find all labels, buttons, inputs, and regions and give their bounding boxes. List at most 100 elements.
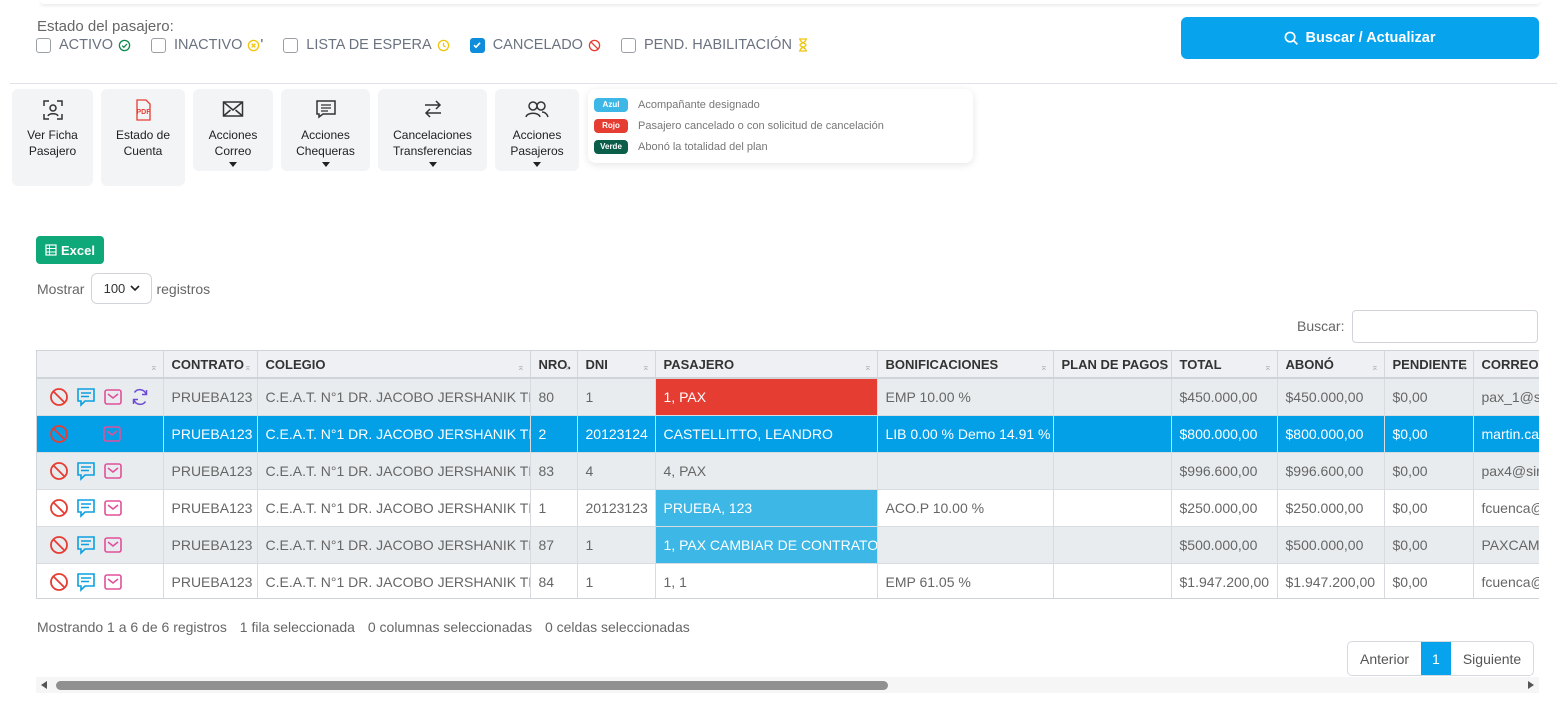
cell-abono[interactable]: $500.000,00: [1277, 526, 1385, 564]
cell-plan-de-pagos[interactable]: [1053, 415, 1172, 453]
cell-contrato[interactable]: PRUEBA123: [163, 378, 258, 416]
column-header-actions[interactable]: ⌅: [37, 351, 164, 379]
sort-icon[interactable]: ⌅: [1158, 362, 1166, 373]
cell-colegio[interactable]: C.E.A.T. N°1 DR. JACOBO JERSHANIK TM: [257, 452, 531, 490]
cell-dni[interactable]: 1: [577, 378, 656, 416]
cell-total[interactable]: $500.000,00: [1171, 526, 1278, 564]
cell-dni[interactable]: 1: [577, 526, 656, 564]
cell-plan-de-pagos[interactable]: [1053, 489, 1172, 527]
mail-icon[interactable]: [103, 388, 123, 406]
sort-icon[interactable]: ⌅: [864, 362, 872, 373]
mail-icon[interactable]: [103, 536, 123, 554]
mail-icon[interactable]: [103, 499, 123, 517]
cell-contrato[interactable]: PRUEBA123: [163, 526, 258, 564]
table-row[interactable]: PRUEBA123 C.E.A.T. N°1 DR. JACOBO JERSHAN…: [37, 563, 1539, 598]
column-header-plan-de-pagos[interactable]: PLAN DE PAGOS ⌅: [1053, 351, 1172, 379]
message-icon[interactable]: [76, 572, 96, 592]
cell-pasajero[interactable]: 4, PAX: [655, 452, 878, 490]
cell-total[interactable]: $996.600,00: [1171, 452, 1278, 490]
message-icon[interactable]: [76, 461, 96, 481]
cell-pasajero[interactable]: 1, PAX: [655, 378, 878, 416]
cancelaciones-transferencias-dropdown[interactable]: Cancelaciones Transferencias: [378, 89, 487, 171]
activo-checkbox[interactable]: [36, 37, 51, 53]
mail-icon[interactable]: [102, 425, 122, 443]
cell-abono[interactable]: $250.000,00: [1277, 489, 1385, 527]
sort-icon[interactable]: ⌅: [1371, 362, 1379, 373]
cancelado-checkbox[interactable]: [469, 37, 485, 53]
cell-bonificaciones[interactable]: ACO.P 10.00 %: [877, 489, 1054, 527]
cell-pasajero[interactable]: 1, 1: [655, 563, 878, 598]
column-header-dni[interactable]: DNI ⌅: [577, 351, 656, 379]
column-header-nro[interactable]: NRO. ⌅: [530, 351, 578, 379]
cell-pendiente[interactable]: $0,00: [1384, 378, 1474, 416]
table-row[interactable]: PRUEBA123 C.E.A.T. N°1 DR. JACOBO JERSHAN…: [37, 526, 1539, 564]
cell-bonificaciones[interactable]: [877, 526, 1054, 564]
cell-pasajero[interactable]: CASTELLITTO, LEANDRO: [655, 415, 878, 453]
cell-contrato[interactable]: PRUEBA123: [163, 563, 258, 598]
mail-icon[interactable]: [103, 462, 123, 480]
cell-bonificaciones[interactable]: LIB 0.00 % Demo 14.91 %: [877, 415, 1054, 453]
excel-export-button[interactable]: Excel: [36, 236, 104, 264]
cell-colegio[interactable]: C.E.A.T. N°1 DR. JACOBO JERSHANIK TM: [257, 563, 531, 598]
cell-nro[interactable]: 2: [530, 415, 578, 453]
cell-colegio[interactable]: C.E.A.T. N°1 DR. JACOBO JERSHANIK TM: [257, 415, 531, 453]
cell-correo[interactable]: pax_1@si: [1473, 378, 1539, 416]
cell-pasajero[interactable]: 1, PAX CAMBIAR DE CONTRATO: [655, 526, 878, 564]
filter-activo[interactable]: ACTIVO: [36, 37, 131, 53]
table-row[interactable]: PRUEBA123 C.E.A.T. N°1 DR. JACOBO JERSHAN…: [37, 378, 1539, 416]
cell-plan-de-pagos[interactable]: [1053, 526, 1172, 564]
scroll-left-arrow-icon[interactable]: [41, 681, 47, 689]
ver-ficha-pasajero-button[interactable]: Ver Ficha Pasajero: [12, 89, 93, 186]
column-header-bonificaciones[interactable]: BONIFICACIONES ⌅: [877, 351, 1054, 379]
cell-contrato[interactable]: PRUEBA123: [163, 415, 258, 453]
cell-contrato[interactable]: PRUEBA123: [163, 452, 258, 490]
lista-espera-checkbox[interactable]: [283, 37, 299, 53]
sort-icon[interactable]: ⌅: [517, 362, 525, 373]
cell-pendiente[interactable]: $0,00: [1384, 452, 1474, 490]
pagination-page-1[interactable]: 1: [1421, 642, 1451, 675]
ban-icon[interactable]: [49, 535, 69, 555]
acciones-chequeras-dropdown[interactable]: Acciones Chequeras: [281, 89, 370, 171]
sync-icon[interactable]: [130, 387, 150, 407]
cell-bonificaciones[interactable]: EMP 61.05 %: [877, 563, 1054, 598]
cell-pendiente[interactable]: $0,00: [1384, 526, 1474, 564]
cell-pasajero[interactable]: PRUEBA, 123: [655, 489, 878, 527]
cell-dni[interactable]: 4: [577, 452, 656, 490]
sort-icon[interactable]: ⌅: [642, 362, 650, 373]
table-row[interactable]: PRUEBA123 C.E.A.T. N°1 DR. JACOBO JERSHAN…: [37, 415, 1539, 453]
pend-habilitacion-checkbox[interactable]: [620, 37, 636, 53]
filter-inactivo[interactable]: INACTIVO ': [150, 37, 263, 53]
cell-correo[interactable]: pax4@sir: [1473, 452, 1539, 490]
cell-total[interactable]: $800.000,00: [1171, 415, 1278, 453]
mail-icon[interactable]: [103, 573, 123, 591]
column-header-pendiente[interactable]: PENDIENTE ⌅: [1384, 351, 1474, 379]
horizontal-scrollbar[interactable]: [36, 677, 1539, 693]
cell-abono[interactable]: $996.600,00: [1277, 452, 1385, 490]
cell-dni[interactable]: 20123123: [577, 489, 656, 527]
search-refresh-button[interactable]: Buscar / Actualizar: [1181, 17, 1539, 59]
cell-nro[interactable]: 87: [530, 526, 578, 564]
cell-plan-de-pagos[interactable]: [1053, 452, 1172, 490]
cell-nro[interactable]: 80: [530, 378, 578, 416]
sort-icon[interactable]: ⌅: [1264, 362, 1272, 373]
table-row[interactable]: PRUEBA123 C.E.A.T. N°1 DR. JACOBO JERSHAN…: [37, 452, 1539, 490]
cell-colegio[interactable]: C.E.A.T. N°1 DR. JACOBO JERSHANIK TM: [257, 526, 531, 564]
page-length-select[interactable]: 100: [91, 273, 153, 304]
cell-correo[interactable]: PAXCAM: [1473, 526, 1539, 564]
cell-plan-de-pagos[interactable]: [1053, 563, 1172, 598]
cell-contrato[interactable]: PRUEBA123: [163, 489, 258, 527]
column-header-contrato[interactable]: CONTRATO ⌅: [163, 351, 258, 379]
cell-plan-de-pagos[interactable]: [1053, 378, 1172, 416]
acciones-correo-dropdown[interactable]: Acciones Correo: [193, 89, 273, 171]
pagination-previous[interactable]: Anterior: [1348, 642, 1421, 675]
cell-colegio[interactable]: C.E.A.T. N°1 DR. JACOBO JERSHANIK TM: [257, 378, 531, 416]
cell-total[interactable]: $250.000,00: [1171, 489, 1278, 527]
cell-nro[interactable]: 84: [530, 563, 578, 598]
ban-icon[interactable]: [49, 387, 69, 407]
cell-bonificaciones[interactable]: [877, 452, 1054, 490]
ban-icon[interactable]: [49, 498, 69, 518]
sort-icon[interactable]: ⌅: [244, 362, 252, 373]
filter-cancelado[interactable]: CANCELADO: [469, 37, 601, 53]
cell-total[interactable]: $1.947.200,00: [1171, 563, 1278, 598]
cell-total[interactable]: $450.000,00: [1171, 378, 1278, 416]
